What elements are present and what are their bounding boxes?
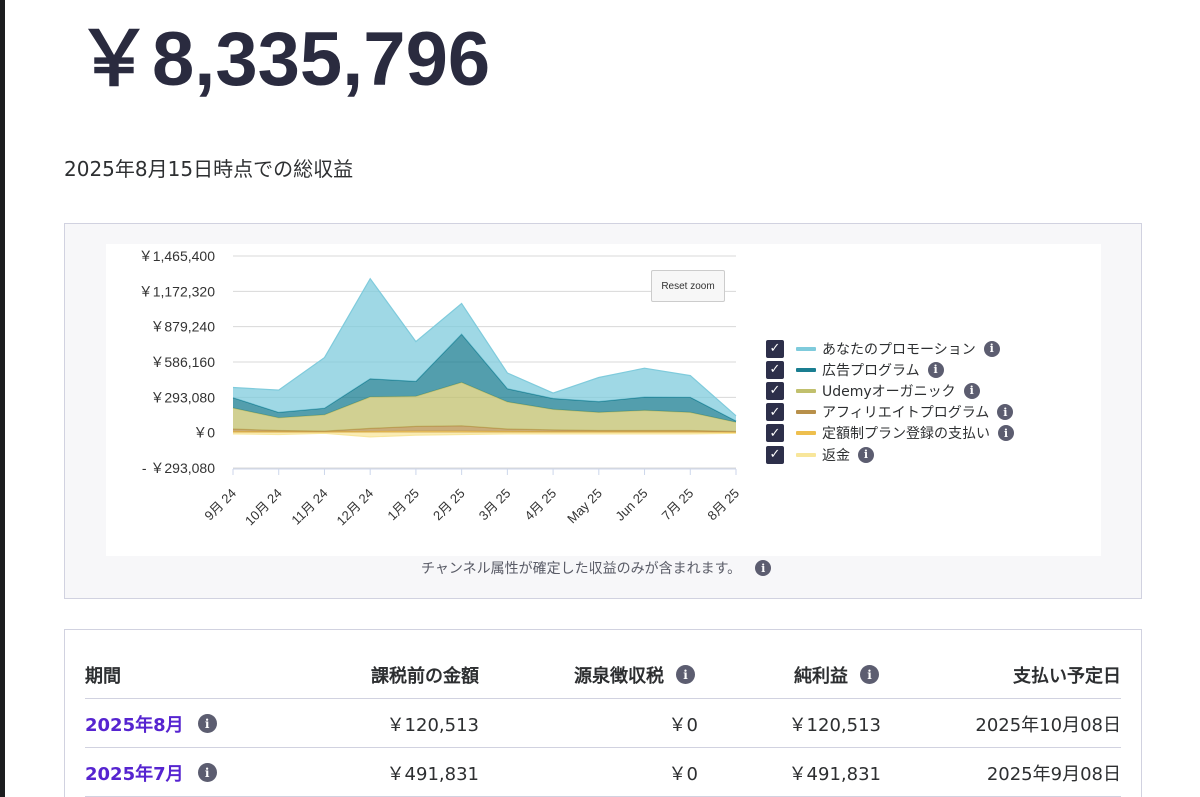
legend-item-affiliate[interactable]: ✓ アフィリエイトプログラム i bbox=[766, 402, 1014, 423]
column-header-withholding: 源泉徴収税 i bbox=[574, 650, 695, 699]
chart-plot-container: ￥1,465,400 ￥1,172,320 ￥879,240 ￥586,160 ￥293… bbox=[106, 244, 1101, 556]
info-icon[interactable]: i bbox=[197, 714, 217, 733]
x-tick-label: 11月 24 bbox=[288, 486, 330, 528]
column-header-net-label: 純利益 bbox=[794, 665, 848, 687]
legend-swatch bbox=[796, 452, 816, 457]
table-header-row: 期間 課税前の金額 源泉徴収税 i 純利益 i 支払い予定日 bbox=[85, 650, 1121, 699]
legend-label: Udemyオーガニック bbox=[822, 383, 956, 400]
info-icon[interactable]: i bbox=[998, 425, 1014, 442]
column-header-period: 期間 bbox=[85, 665, 121, 687]
chart-footnote-text: チャンネル属性が確定した収益のみが含まれます。 bbox=[421, 561, 742, 577]
info-icon[interactable]: i bbox=[860, 665, 879, 684]
payout-date-cell: 2025年10月08日 bbox=[975, 714, 1121, 736]
period-link[interactable]: 2025年7月 bbox=[85, 760, 184, 786]
legend-label: 広告プログラム bbox=[822, 362, 920, 379]
column-header-net: 純利益 i bbox=[794, 650, 879, 699]
y-tick-label: ￥293,080 bbox=[150, 389, 215, 405]
x-tick-label: 1月 25 bbox=[384, 486, 422, 524]
info-icon[interactable]: i bbox=[755, 560, 772, 576]
y-tick-label: - ￥293,080 bbox=[142, 460, 215, 476]
chart-legend: ✓ あなたのプロモーション i ✓ 広告プログラム i ✓ Udemyオーガニッ… bbox=[766, 338, 1014, 465]
x-tick-label: 8月 25 bbox=[704, 486, 742, 524]
legend-checkbox[interactable]: ✓ bbox=[766, 403, 784, 422]
legend-checkbox[interactable]: ✓ bbox=[766, 381, 784, 400]
x-tick-label: 7月 25 bbox=[659, 486, 697, 524]
legend-swatch bbox=[796, 388, 816, 393]
x-tick-label: May 25 bbox=[564, 486, 605, 527]
net-cell: ￥491,831 bbox=[788, 763, 881, 785]
y-tick-label: ￥1,172,320 bbox=[139, 283, 215, 299]
chart-footnote: チャンネル属性が確定した収益のみが含まれます。 i bbox=[421, 558, 772, 578]
legend-checkbox[interactable]: ✓ bbox=[766, 424, 784, 443]
period-cell: 2025年8月 i bbox=[85, 699, 217, 748]
legend-label: あなたのプロモーション bbox=[822, 341, 976, 358]
info-icon[interactable]: i bbox=[858, 446, 874, 463]
pretax-cell: ￥120,513 bbox=[386, 714, 479, 736]
info-icon[interactable]: i bbox=[997, 404, 1014, 421]
column-header-payout-date: 支払い予定日 bbox=[1013, 665, 1121, 687]
info-icon[interactable]: i bbox=[197, 763, 217, 782]
x-tick-label: 12月 24 bbox=[333, 486, 376, 529]
total-revenue: ￥8,335,796 bbox=[76, 17, 491, 102]
x-tick-label: 10月 24 bbox=[242, 486, 285, 529]
legend-item-organic[interactable]: ✓ Udemyオーガニック i bbox=[766, 380, 1014, 401]
legend-item-refunds[interactable]: ✓ 返金 i bbox=[766, 444, 1014, 465]
x-tick-label: 2月 25 bbox=[430, 486, 468, 524]
x-tick-label: Jun 25 bbox=[612, 486, 650, 524]
pretax-cell: ￥491,831 bbox=[386, 763, 479, 785]
x-tick-label: 4月 25 bbox=[522, 486, 560, 524]
x-tick-label: 3月 25 bbox=[476, 486, 514, 524]
legend-label: 返金 bbox=[822, 447, 850, 464]
column-header-pretax: 課税前の金額 bbox=[371, 665, 479, 687]
info-icon[interactable]: i bbox=[676, 665, 695, 684]
series-line-返金 bbox=[232, 432, 737, 438]
legend-swatch bbox=[796, 346, 816, 351]
withholding-cell: ￥0 bbox=[668, 763, 698, 785]
legend-swatch bbox=[796, 367, 816, 372]
left-edge-bar bbox=[0, 0, 5, 797]
period-link[interactable]: 2025年8月 bbox=[85, 711, 184, 737]
table-row: 2025年8月 i ￥120,513 ￥0 ￥120,513 2025年10月0… bbox=[85, 699, 1121, 748]
legend-item-ad-program[interactable]: ✓ 広告プログラム i bbox=[766, 359, 1014, 380]
legend-item-subscription[interactable]: ✓ 定額制プラン登録の支払い i bbox=[766, 423, 1014, 444]
reset-zoom-button[interactable]: Reset zoom bbox=[651, 270, 725, 302]
x-tick-label: 9月 24 bbox=[201, 486, 239, 524]
payout-table: 期間 課税前の金額 源泉徴収税 i 純利益 i 支払い予定日 2025年8月 i… bbox=[64, 629, 1142, 797]
y-tick-label: ￥586,160 bbox=[150, 354, 215, 370]
legend-label: 定額制プラン登録の支払い bbox=[822, 426, 990, 443]
net-cell: ￥120,513 bbox=[788, 714, 881, 736]
period-cell: 2025年7月 i bbox=[85, 748, 217, 797]
y-tick-label: ￥1,465,400 bbox=[139, 248, 215, 264]
revenue-chart-card: ￥1,465,400 ￥1,172,320 ￥879,240 ￥586,160 ￥293… bbox=[64, 223, 1142, 599]
y-tick-label: ￥879,240 bbox=[150, 319, 215, 335]
y-tick-label: ￥0 bbox=[193, 425, 215, 441]
table-row: 2025年7月 i ￥491,831 ￥0 ￥491,831 2025年9月08… bbox=[85, 748, 1121, 797]
column-header-withholding-label: 源泉徴収税 bbox=[574, 665, 664, 687]
withholding-cell: ￥0 bbox=[668, 714, 698, 736]
legend-checkbox[interactable]: ✓ bbox=[766, 339, 784, 358]
info-icon[interactable]: i bbox=[963, 382, 980, 399]
info-icon[interactable]: i bbox=[927, 361, 944, 378]
as-of-caption: 2025年8月15日時点での総収益 bbox=[64, 157, 354, 181]
legend-checkbox[interactable]: ✓ bbox=[766, 360, 784, 379]
legend-swatch bbox=[796, 410, 816, 415]
payout-date-cell: 2025年9月08日 bbox=[986, 763, 1121, 785]
info-icon[interactable]: i bbox=[983, 340, 1000, 357]
legend-item-promotion[interactable]: ✓ あなたのプロモーション i bbox=[766, 338, 1014, 359]
legend-swatch bbox=[796, 431, 816, 436]
legend-checkbox[interactable]: ✓ bbox=[766, 445, 784, 464]
legend-label: アフィリエイトプログラム bbox=[822, 405, 990, 422]
